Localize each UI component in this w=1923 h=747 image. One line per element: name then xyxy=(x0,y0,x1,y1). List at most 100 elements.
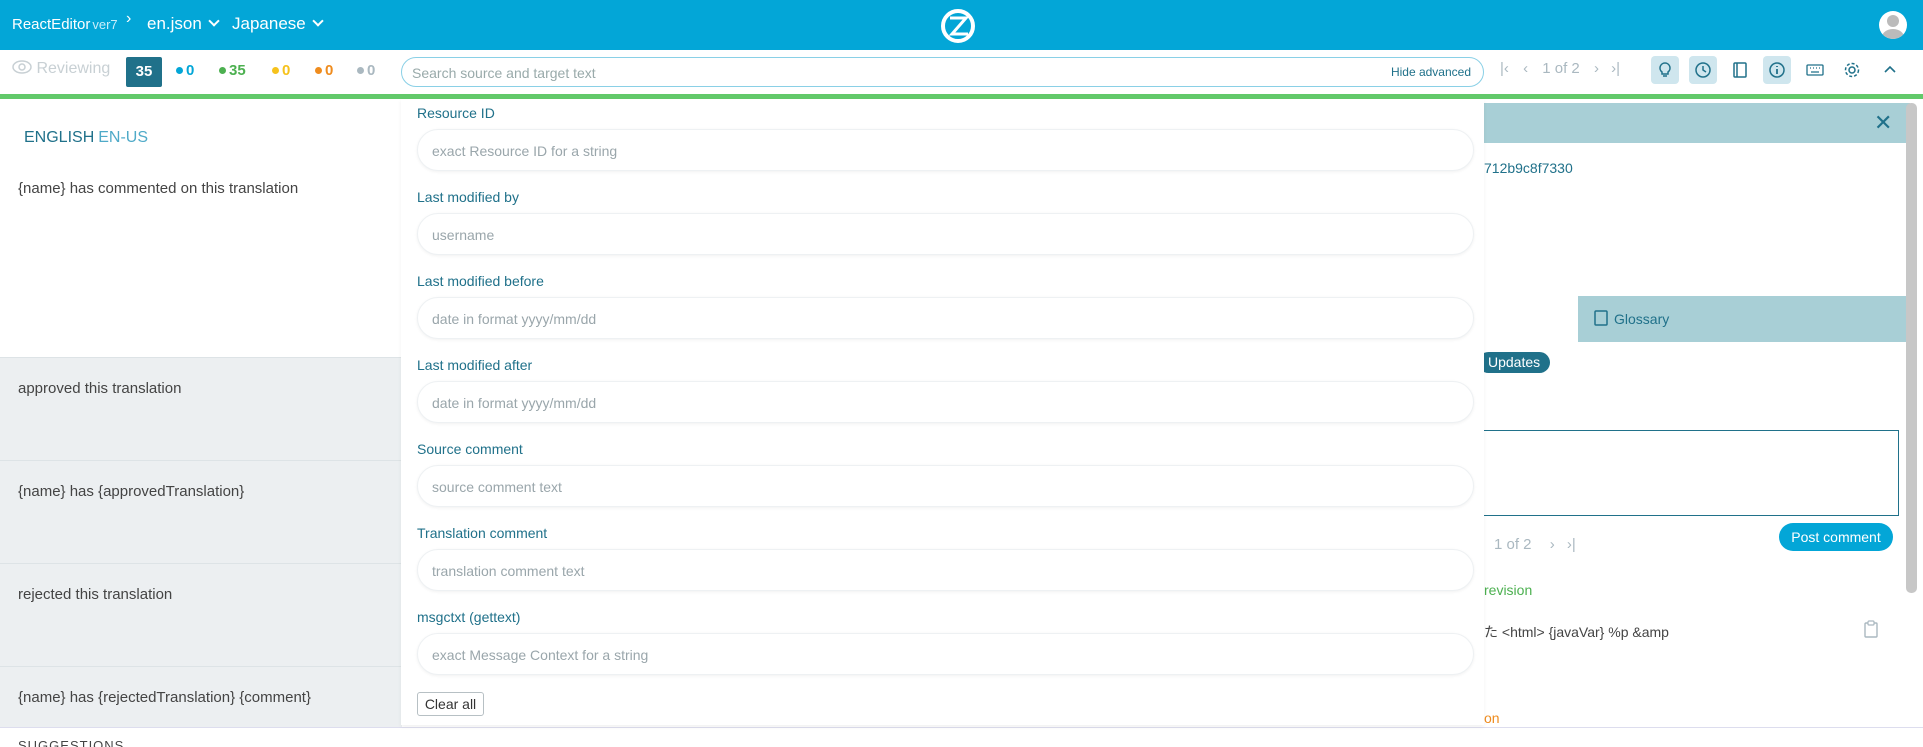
info-icon xyxy=(1769,62,1785,78)
scrollbar[interactable] xyxy=(1906,103,1917,593)
last-page-icon[interactable]: ›| xyxy=(1611,60,1620,77)
app-header: ReactEditor ver7 › en.json Japanese xyxy=(0,0,1923,50)
chevron-down-icon xyxy=(312,15,324,27)
string-list: approved this translation {name} has {ap… xyxy=(0,357,402,747)
source-comment-input[interactable]: source comment text xyxy=(417,465,1474,507)
field-translation-comment: Translation comment translation comment … xyxy=(417,525,1475,591)
page-navigation: |‹ ‹ 1 of 2 › ›| xyxy=(1500,60,1620,77)
field-label: Translation comment xyxy=(417,525,548,541)
history-toggle[interactable] xyxy=(1689,56,1717,84)
list-item[interactable]: rejected this translation xyxy=(0,563,402,666)
field-label: Last modified before xyxy=(417,273,544,289)
book-icon xyxy=(1733,62,1747,78)
post-comment-button[interactable]: Post comment xyxy=(1779,523,1893,551)
stat-other[interactable]: 0 xyxy=(357,62,375,79)
file-dropdown[interactable]: en.json xyxy=(147,14,220,34)
field-last-modified-after: Last modified after date in format yyyy/… xyxy=(417,357,1475,423)
activity-page-indicator: 1 of 2 xyxy=(1494,536,1532,553)
close-icon[interactable]: ✕ xyxy=(1874,110,1892,136)
stat-value: 0 xyxy=(367,62,376,79)
first-page-icon[interactable]: |‹ xyxy=(1500,60,1509,77)
stat-needs-work[interactable]: 0 xyxy=(272,62,290,79)
suggestions-label[interactable]: SUGGESTIONS xyxy=(18,738,124,747)
field-source-comment: Source comment source comment text xyxy=(417,441,1475,507)
stat-value: 0 xyxy=(186,62,195,79)
clipboard-icon[interactable] xyxy=(1864,620,1878,638)
user-avatar[interactable] xyxy=(1879,11,1907,39)
collapse-header-button[interactable] xyxy=(1876,56,1904,84)
search-input[interactable] xyxy=(412,63,1312,83)
tab-glossary[interactable]: Glossary xyxy=(1578,296,1906,342)
activity-pager: 1 of 2 › ›| xyxy=(1494,536,1576,553)
next-page-icon[interactable]: › xyxy=(1594,60,1599,77)
app-name: ReactEditor xyxy=(12,16,91,33)
resource-id-input[interactable]: exact Resource ID for a string xyxy=(417,129,1474,171)
settings-button[interactable] xyxy=(1838,56,1866,84)
previous-page-icon[interactable]: ‹ xyxy=(1523,60,1528,77)
hide-advanced-link[interactable]: Hide advanced xyxy=(1391,65,1471,79)
revision-text: た <html> {javaVar} %p &amp xyxy=(1484,624,1669,640)
chevron-down-icon xyxy=(208,15,220,27)
breadcrumb-separator-icon: › xyxy=(126,10,132,27)
search-box: Hide advanced xyxy=(401,57,1484,87)
last-modified-before-input[interactable]: date in format yyyy/mm/dd xyxy=(417,297,1474,339)
source-language-header: ENGLISH EN-US xyxy=(24,129,148,147)
editor-toolbar: Reviewing 35 0 35 0 0 0 Hide advanced |‹… xyxy=(0,50,1923,96)
keyboard-shortcuts-toggle[interactable] xyxy=(1801,56,1829,84)
source-text: {name} has commented on this translation xyxy=(18,180,299,197)
next-page-icon[interactable]: › xyxy=(1550,536,1555,553)
status-dot-icon xyxy=(315,67,322,74)
language-name: Japanese xyxy=(232,14,306,33)
clear-all-button[interactable]: Clear all xyxy=(417,692,484,716)
field-label: Last modified after xyxy=(417,357,533,373)
field-last-modified-before: Last modified before date in format yyyy… xyxy=(417,273,1475,339)
suggestions-bar: SUGGESTIONS xyxy=(0,727,1923,747)
last-modified-after-input[interactable]: date in format yyyy/mm/dd xyxy=(417,381,1474,423)
glossary-toggle[interactable] xyxy=(1726,56,1754,84)
msgctxt-input[interactable]: exact Message Context for a string xyxy=(417,633,1474,675)
info-toggle[interactable] xyxy=(1763,56,1791,84)
resource-hash: 712b9c8f7330 xyxy=(1484,160,1573,176)
status-dot-icon xyxy=(357,67,364,74)
field-label: Source comment xyxy=(417,441,523,457)
source-locale: EN-US xyxy=(98,129,149,146)
stat-untranslated[interactable]: 0 xyxy=(176,62,194,79)
field-last-modified-by: Last modified by username xyxy=(417,189,1475,255)
list-item[interactable]: approved this translation xyxy=(0,357,402,460)
updates-filter-pill[interactable]: Updates xyxy=(1478,352,1551,373)
stat-translated[interactable]: 35 xyxy=(219,62,246,79)
file-name: en.json xyxy=(147,14,202,33)
status-dot-icon xyxy=(272,67,279,74)
comment-textarea[interactable] xyxy=(1484,430,1899,516)
source-language: ENGLISH xyxy=(24,129,95,146)
last-page-icon[interactable]: ›| xyxy=(1567,536,1576,553)
list-item[interactable]: {name} has {approvedTranslation} xyxy=(0,460,402,563)
suggestions-toggle[interactable] xyxy=(1651,56,1679,84)
reviewing-label: Reviewing xyxy=(36,60,111,77)
field-label: Resource ID xyxy=(417,105,495,121)
details-panel-header xyxy=(1484,103,1910,143)
gear-icon xyxy=(1844,62,1860,78)
language-dropdown[interactable]: Japanese xyxy=(232,14,324,34)
total-count-badge[interactable]: 35 xyxy=(126,57,162,87)
updates-label: Updates xyxy=(1488,354,1541,370)
status-text: on xyxy=(1484,710,1500,726)
translation-comment-input[interactable]: translation comment text xyxy=(417,549,1474,591)
status-dot-icon xyxy=(176,67,183,74)
last-modified-by-input[interactable]: username xyxy=(417,213,1474,255)
page-indicator: 1 of 2 xyxy=(1542,60,1580,77)
field-label: msgctxt (gettext) xyxy=(417,609,521,625)
field-label: Last modified by xyxy=(417,189,519,205)
field-msgctxt: msgctxt (gettext) exact Message Context … xyxy=(417,609,1475,675)
lightbulb-icon xyxy=(1659,62,1671,77)
reviewing-toggle[interactable]: Reviewing xyxy=(12,60,110,78)
eye-icon xyxy=(12,60,32,74)
app-brand[interactable]: ReactEditor ver7 xyxy=(12,16,118,33)
keyboard-icon xyxy=(1806,64,1824,76)
book-icon xyxy=(1594,310,1608,326)
zanata-logo-icon[interactable] xyxy=(940,8,976,44)
tab-glossary-label: Glossary xyxy=(1614,311,1670,327)
advanced-search-panel: Resource ID exact Resource ID for a stri… xyxy=(401,99,1484,725)
clock-icon xyxy=(1695,62,1711,78)
stat-rejected[interactable]: 0 xyxy=(315,62,333,79)
